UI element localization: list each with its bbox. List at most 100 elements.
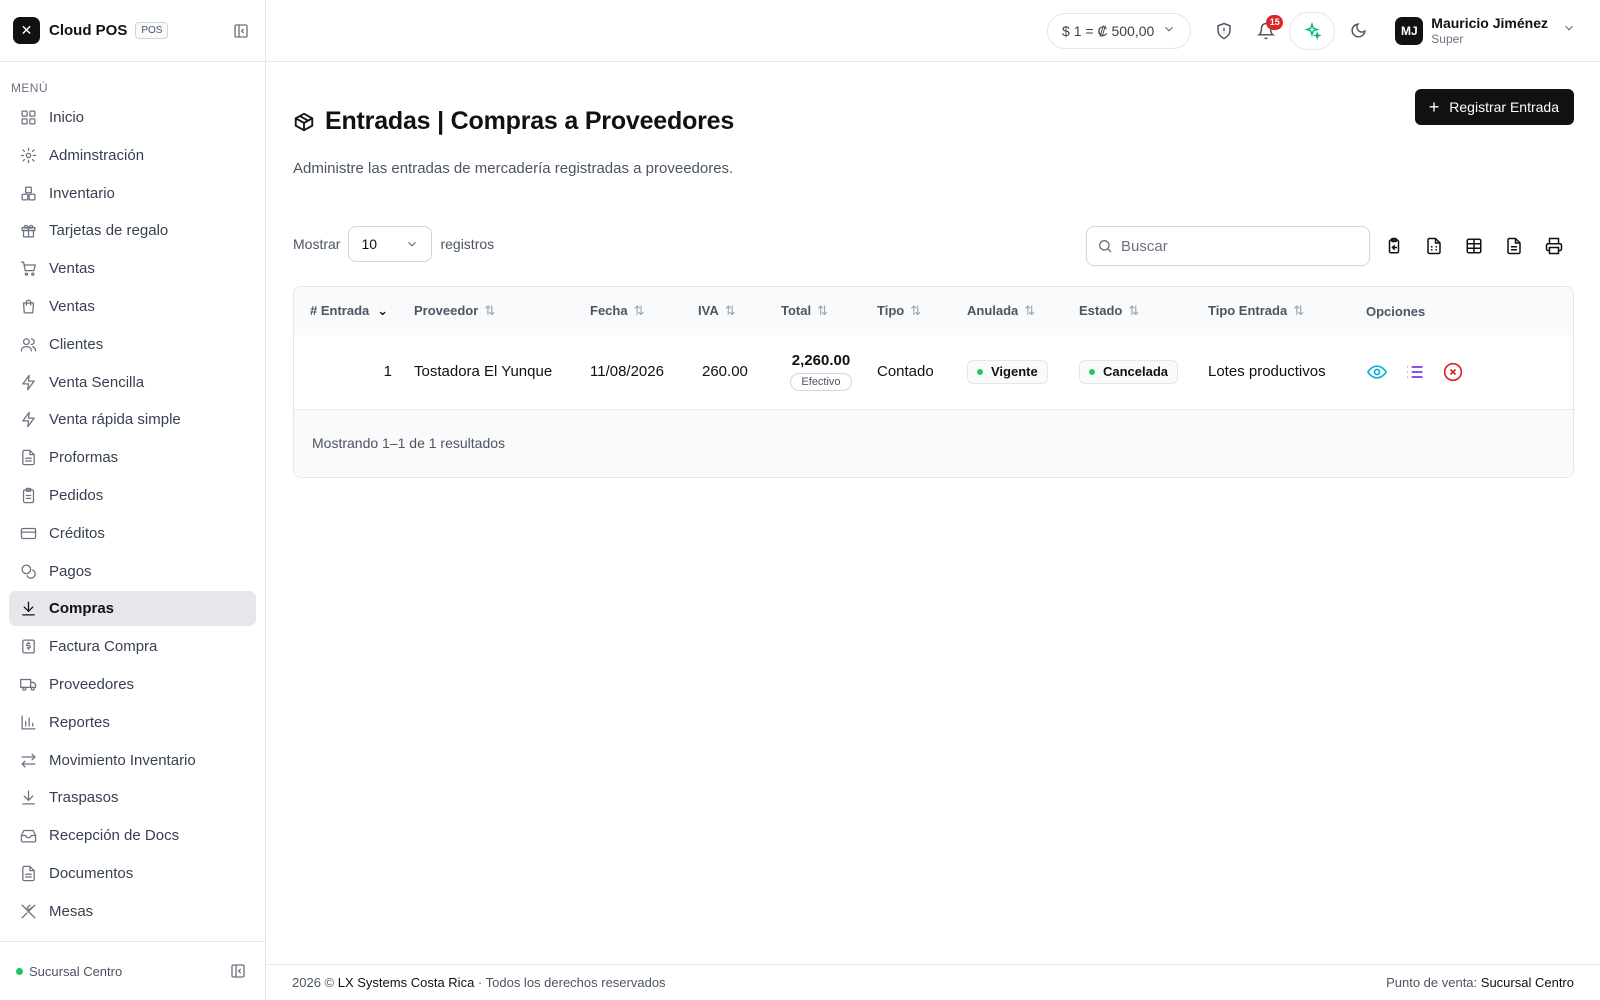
sidebar-item-traspasos[interactable]: Traspasos [9, 780, 256, 815]
cell-tipo: Contado [877, 363, 934, 381]
show-label: Mostrar [293, 236, 341, 252]
eye-icon[interactable] [1366, 361, 1388, 383]
notification-count-badge: 15 [1266, 14, 1284, 30]
sidebar-item-ventas[interactable]: Ventas [9, 251, 256, 286]
column-header-total[interactable]: Total ⇅ [773, 287, 869, 335]
status-badge: Vigente [967, 359, 1048, 384]
sidebar-item-pagos[interactable]: Pagos [9, 554, 256, 589]
list-icon[interactable] [1404, 361, 1426, 383]
table-controls: Mostrar 10 registros [293, 216, 1574, 286]
sidebar-item-recepcion-de-docs[interactable]: Recepción de Docs [9, 818, 256, 853]
arrows-icon [20, 752, 37, 769]
sidebar-item-documentos[interactable]: Documentos [9, 856, 256, 891]
register-entry-label: Registrar Entrada [1449, 99, 1559, 115]
total-value: 2,260.00 [791, 352, 851, 370]
cell-total: 2,260.00 Efectivo [773, 335, 869, 409]
column-header-entrada[interactable]: # Entrada ⌄ [294, 287, 406, 335]
receipt-icon [20, 638, 37, 655]
page-size-select[interactable]: 10 [348, 226, 433, 262]
sidebar-item-compras[interactable]: Compras [9, 591, 256, 627]
rights-text: · Todos los derechos reservados [477, 975, 666, 990]
user-role: Super [1431, 32, 1464, 46]
download-icon [20, 600, 37, 617]
column-header-fecha[interactable]: Fecha ⇅ [582, 287, 690, 335]
sidebar-item-venta-sencilla[interactable]: Venta Sencilla [9, 365, 256, 400]
table-row: 1 Tostadora El Yunque 11/08/2026 260.00 … [294, 335, 1573, 409]
cell-anulada: Vigente [959, 335, 1071, 409]
register-entry-button[interactable]: + Registrar Entrada [1414, 89, 1574, 125]
utensils-icon [20, 903, 37, 920]
sidebar-item-creditos[interactable]: Créditos [9, 516, 256, 551]
sidebar-item-clientes[interactable]: Clientes [9, 327, 256, 362]
exchange-rate-value: $ 1 = ₡ 500,00 [1062, 22, 1155, 39]
truck-icon [20, 676, 37, 693]
company-name[interactable]: LX Systems Costa Rica [338, 975, 475, 990]
main-content: Entradas | Compras a Proveedores Adminis… [293, 62, 1574, 478]
row-actions [1366, 361, 1565, 383]
excel-table-icon[interactable] [1454, 230, 1494, 262]
clipboard-icon [20, 487, 37, 504]
printer-icon[interactable] [1534, 230, 1574, 262]
user-menu[interactable]: MJ Mauricio Jiménez Super [1395, 15, 1576, 46]
sidebar-item-movimiento-inventario[interactable]: Movimiento Inventario [9, 743, 256, 778]
exchange-rate-selector[interactable]: $ 1 = ₡ 500,00 [1047, 12, 1192, 49]
sidebar-item-label: Proveedores [49, 675, 135, 693]
sidebar-item-label: Ventas [49, 260, 95, 278]
users-icon [20, 336, 37, 353]
sidebar-item-pedidos[interactable]: Pedidos [9, 478, 256, 513]
sidebar: ✕ Cloud POS POS MENÚ Inicio Adminstración… [0, 0, 266, 1000]
csv-file-icon[interactable] [1414, 230, 1454, 262]
gift-icon [20, 222, 37, 239]
sidebar-item-label: Compras [49, 600, 115, 618]
column-header-estado[interactable]: Estado ⇅ [1071, 287, 1200, 335]
sidebar-item-label: Créditos [49, 524, 105, 542]
bell-icon[interactable]: 15 [1247, 12, 1285, 50]
sidebar-item-adminstracion[interactable]: Adminstración [9, 138, 256, 173]
sidebar-item-label: Tarjetas de regalo [49, 222, 169, 240]
sidebar-collapse-icon[interactable] [230, 20, 252, 42]
page-header: Entradas | Compras a Proveedores Adminis… [293, 62, 1574, 202]
payment-method-chip: Efectivo [790, 373, 852, 392]
bar-chart-icon [20, 714, 37, 731]
sidebar-item-venta-rapida-simple[interactable]: Venta rápida simple [9, 402, 256, 437]
sidebar-item-label: Ventas [49, 297, 95, 315]
column-header-proveedor[interactable]: Proveedor ⇅ [406, 287, 582, 335]
page-size-value: 10 [361, 236, 378, 252]
cell-entrada: 1 [383, 363, 392, 381]
sidebar-item-proveedores[interactable]: Proveedores [9, 667, 256, 702]
sort-icon: ⇅ [1293, 303, 1305, 318]
search-input[interactable] [1121, 237, 1351, 255]
sidebar-item-proformas[interactable]: Proformas [9, 440, 256, 475]
grid-icon [20, 109, 37, 126]
sidebar-collapse-icon[interactable] [227, 960, 249, 982]
copy-clipboard-icon[interactable] [1374, 230, 1414, 262]
sidebar-item-label: Pedidos [49, 486, 104, 504]
sort-icon: ⇅ [910, 303, 922, 318]
sidebar-item-mesas[interactable]: Mesas [9, 894, 256, 929]
sidebar-item-inicio[interactable]: Inicio [9, 100, 256, 135]
sidebar-item-ventas[interactable]: Ventas [9, 289, 256, 324]
sort-icon: ⇅ [1128, 303, 1140, 318]
column-header-opciones: Opciones [1366, 303, 1426, 319]
sort-icon: ⇅ [484, 303, 496, 318]
sidebar-item-reportes[interactable]: Reportes [9, 705, 256, 740]
cancel-circle-icon[interactable] [1442, 361, 1464, 383]
user-info: Mauricio Jiménez Super [1431, 15, 1548, 46]
copyright-year: 2026 © [292, 975, 335, 990]
pdf-document-icon[interactable] [1494, 230, 1534, 262]
column-header-anulada[interactable]: Anulada ⇅ [959, 287, 1071, 335]
shield-icon[interactable] [1205, 12, 1243, 50]
cell-estado: Cancelada [1071, 335, 1200, 409]
copyright: 2026 © LX Systems Costa Rica · Todos los… [292, 975, 666, 990]
app-badge: POS [135, 22, 169, 39]
column-header-iva[interactable]: IVA ⇅ [690, 287, 773, 335]
inbox-icon [20, 827, 37, 844]
sidebar-item-inventario[interactable]: Inventario [9, 176, 256, 211]
sidebar-item-label: Documentos [49, 864, 134, 882]
column-header-tipo[interactable]: Tipo ⇅ [869, 287, 959, 335]
sidebar-item-factura-compra[interactable]: Factura Compra [9, 629, 256, 664]
column-header-tipo-entrada[interactable]: Tipo Entrada ⇅ [1200, 287, 1358, 335]
sparkles-icon[interactable] [1289, 11, 1336, 50]
moon-icon[interactable] [1339, 12, 1377, 50]
sidebar-item-tarjetas-de-regalo[interactable]: Tarjetas de regalo [9, 213, 256, 248]
